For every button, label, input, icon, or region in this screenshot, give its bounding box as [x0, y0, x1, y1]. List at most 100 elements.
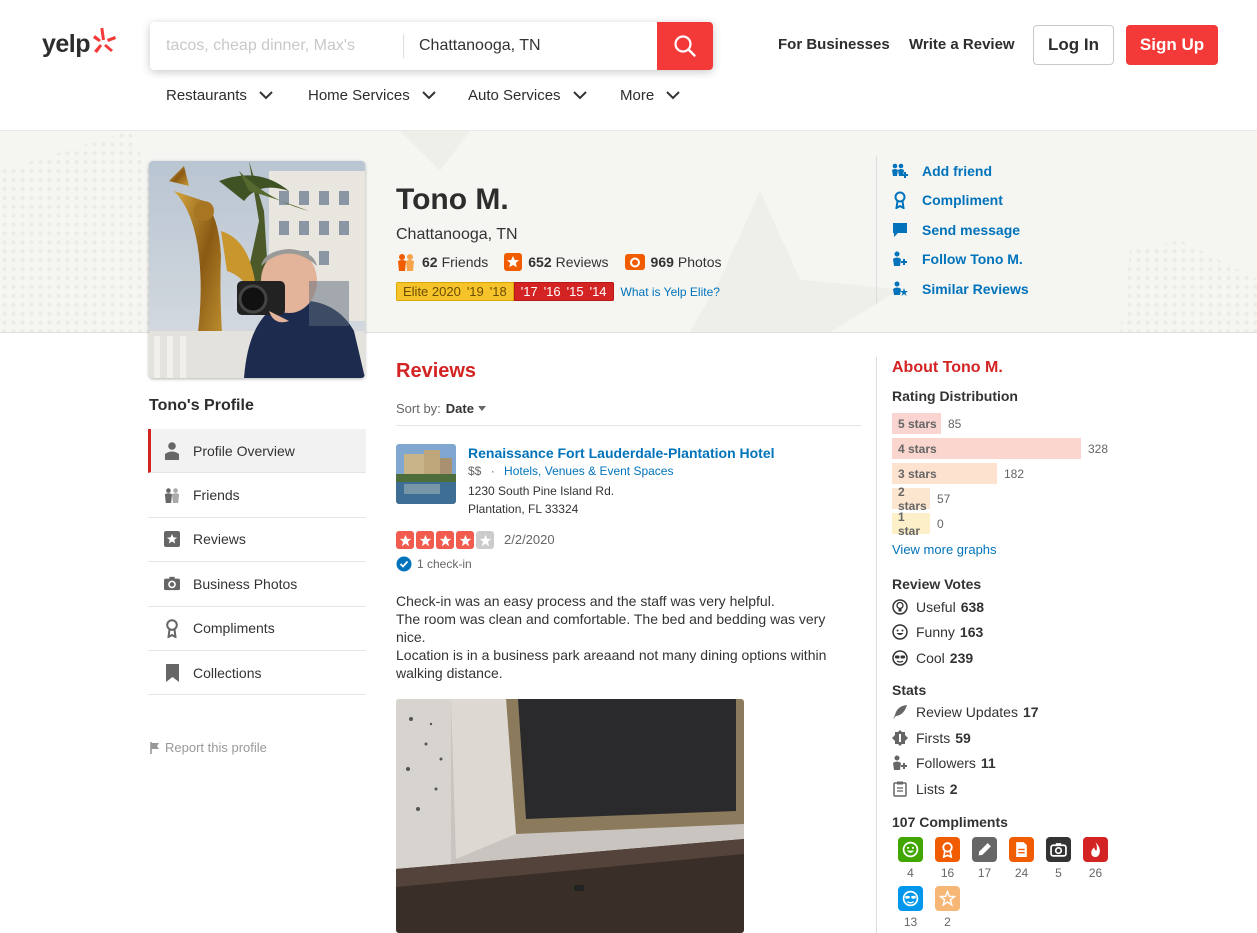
profile-actions: Add friend Compliment Send message Follo… [876, 156, 1029, 304]
compliment-count: 24 [1014, 865, 1029, 880]
compliment-item[interactable]: 13 [892, 885, 929, 929]
compliment-item[interactable]: 16 [929, 836, 966, 880]
search-near-input[interactable] [404, 22, 657, 70]
profile-name: Tono M. [396, 183, 509, 216]
stat-lists: Lists 2 [892, 776, 1126, 802]
category-link[interactable]: Hotels, Venues & Event Spaces [504, 464, 673, 478]
vote-label: Cool [916, 649, 945, 666]
feather-icon [893, 705, 907, 720]
sidebar-item-label: Business Photos [193, 575, 298, 592]
list-icon [893, 781, 907, 797]
sidebar-title: Tono's Profile [149, 397, 254, 414]
stat-review-updates: Review Updates 17 [892, 700, 1126, 726]
follow-icon [893, 251, 907, 267]
business-address: 1230 South Pine Island Rd. Plantation, F… [468, 482, 614, 518]
ribbon-icon [166, 618, 178, 638]
address-line: Plantation, FL 33324 [468, 502, 579, 516]
ribbon-icon [935, 836, 960, 862]
business-thumbnail[interactable] [396, 444, 456, 504]
stat-label: Firsts [916, 729, 951, 746]
sidebar-item-collections[interactable]: Collections [148, 651, 366, 696]
category-restaurants[interactable]: Restaurants [166, 87, 308, 104]
photos-stat: 969 Photos [624, 253, 722, 271]
laugh-face-icon [892, 624, 908, 640]
category-more[interactable]: More [620, 87, 700, 104]
yelp-logo[interactable]: yelp [42, 27, 117, 59]
distribution-count: 0 [937, 516, 944, 531]
distribution-row: 2 stars 57 [892, 485, 1126, 513]
category-label: Auto Services [468, 87, 561, 104]
vote-value: 239 [949, 649, 974, 666]
yelp-burst-icon [93, 27, 117, 53]
sidebar-nav: Profile Overview Friends Reviews Busines… [148, 429, 366, 696]
action-label: Send message [922, 221, 1021, 238]
compliment-item[interactable]: 5 [1040, 836, 1077, 880]
compliment-action[interactable]: Compliment [891, 186, 1029, 216]
stat-value: 17 [1022, 704, 1039, 721]
compliment-item[interactable]: 4 [892, 836, 929, 880]
logo-text: yelp [42, 30, 91, 58]
reviews-label: Reviews [555, 254, 609, 270]
elite-gold-years: Elite 2020 '19 '18 [396, 282, 514, 301]
business-name-link[interactable]: Renaissance Fort Lauderdale-Plantation H… [468, 445, 775, 461]
sidebar-item-friends[interactable]: Friends [148, 473, 366, 518]
pencil-icon [972, 836, 997, 862]
compliment-item[interactable]: 2 [929, 885, 966, 929]
category-label: Restaurants [166, 87, 247, 104]
write-review-link[interactable]: Write a Review [909, 36, 1015, 53]
compliment-count: 17 [977, 865, 992, 880]
person-icon [165, 441, 179, 460]
sidebar-item-reviews[interactable]: Reviews [148, 518, 366, 563]
signup-button[interactable]: Sign Up [1126, 25, 1218, 65]
what-is-elite-link[interactable]: What is Yelp Elite? [621, 285, 720, 299]
vote-label: Funny [916, 624, 955, 641]
chevron-down-icon [259, 91, 273, 100]
camera-icon [624, 254, 645, 270]
review-date: 2/2/2020 [504, 532, 555, 547]
search-button[interactable] [657, 22, 713, 70]
elite-year: '16 [543, 284, 561, 299]
add-friend-icon [892, 163, 908, 178]
for-businesses-link[interactable]: For Businesses [778, 36, 890, 53]
elite-year: Elite 2020 [403, 284, 461, 299]
price-range: $$ [468, 464, 482, 478]
profile-location: Chattanooga, TN [396, 226, 518, 243]
login-button[interactable]: Log In [1033, 25, 1114, 65]
elite-badges: Elite 2020 '19 '18 '17 '16 '15 '14 What … [396, 282, 720, 301]
elite-badge: Elite 2020 '19 '18 '17 '16 '15 '14 [396, 282, 614, 301]
sidebar-item-compliments[interactable]: Compliments [148, 607, 366, 651]
profile-photo[interactable] [149, 161, 365, 378]
photos-label: Photos [677, 254, 722, 270]
vote-funny: Funny 163 [892, 620, 1126, 646]
similar-reviews-action[interactable]: Similar Reviews [891, 274, 1029, 304]
sidebar-item-business-photos[interactable]: Business Photos [148, 562, 366, 607]
stats-list: Review Updates 17 Firsts 59 Followers 11 Li… [892, 700, 1126, 802]
address-line: 1230 South Pine Island Rd. [468, 484, 615, 498]
review-photo[interactable] [396, 699, 744, 933]
compliment-item[interactable]: 17 [966, 836, 1003, 880]
report-profile-link[interactable]: Report this profile [150, 740, 267, 755]
send-message-action[interactable]: Send message [891, 215, 1029, 245]
review-star-icon [504, 253, 523, 271]
category-home-services[interactable]: Home Services [308, 87, 468, 104]
follow-action[interactable]: Follow Tono M. [891, 245, 1029, 275]
chevron-down-icon [421, 91, 436, 100]
star-outline-icon [935, 885, 960, 911]
search-find-input[interactable] [150, 22, 403, 70]
sidebar-item-profile-overview[interactable]: Profile Overview [148, 429, 366, 474]
compliment-item[interactable]: 26 [1077, 836, 1114, 880]
category-auto-services[interactable]: Auto Services [468, 87, 620, 104]
checkin-badge-icon [396, 556, 412, 572]
action-label: Compliment [922, 192, 1003, 209]
stat-value: 11 [980, 755, 996, 772]
view-more-graphs-link[interactable]: View more graphs [892, 542, 1126, 557]
sort-dropdown[interactable]: Sort by: Date [396, 401, 486, 416]
rating-star-icon [436, 531, 454, 549]
vote-label: Useful [916, 598, 956, 615]
stat-label: Review Updates [916, 704, 1018, 721]
friends-icon [164, 487, 180, 503]
add-friend-action[interactable]: Add friend [891, 156, 1029, 186]
compliment-item[interactable]: 24 [1003, 836, 1040, 880]
vote-useful: Useful 638 [892, 594, 1126, 620]
compliment-count: 5 [1055, 865, 1062, 880]
